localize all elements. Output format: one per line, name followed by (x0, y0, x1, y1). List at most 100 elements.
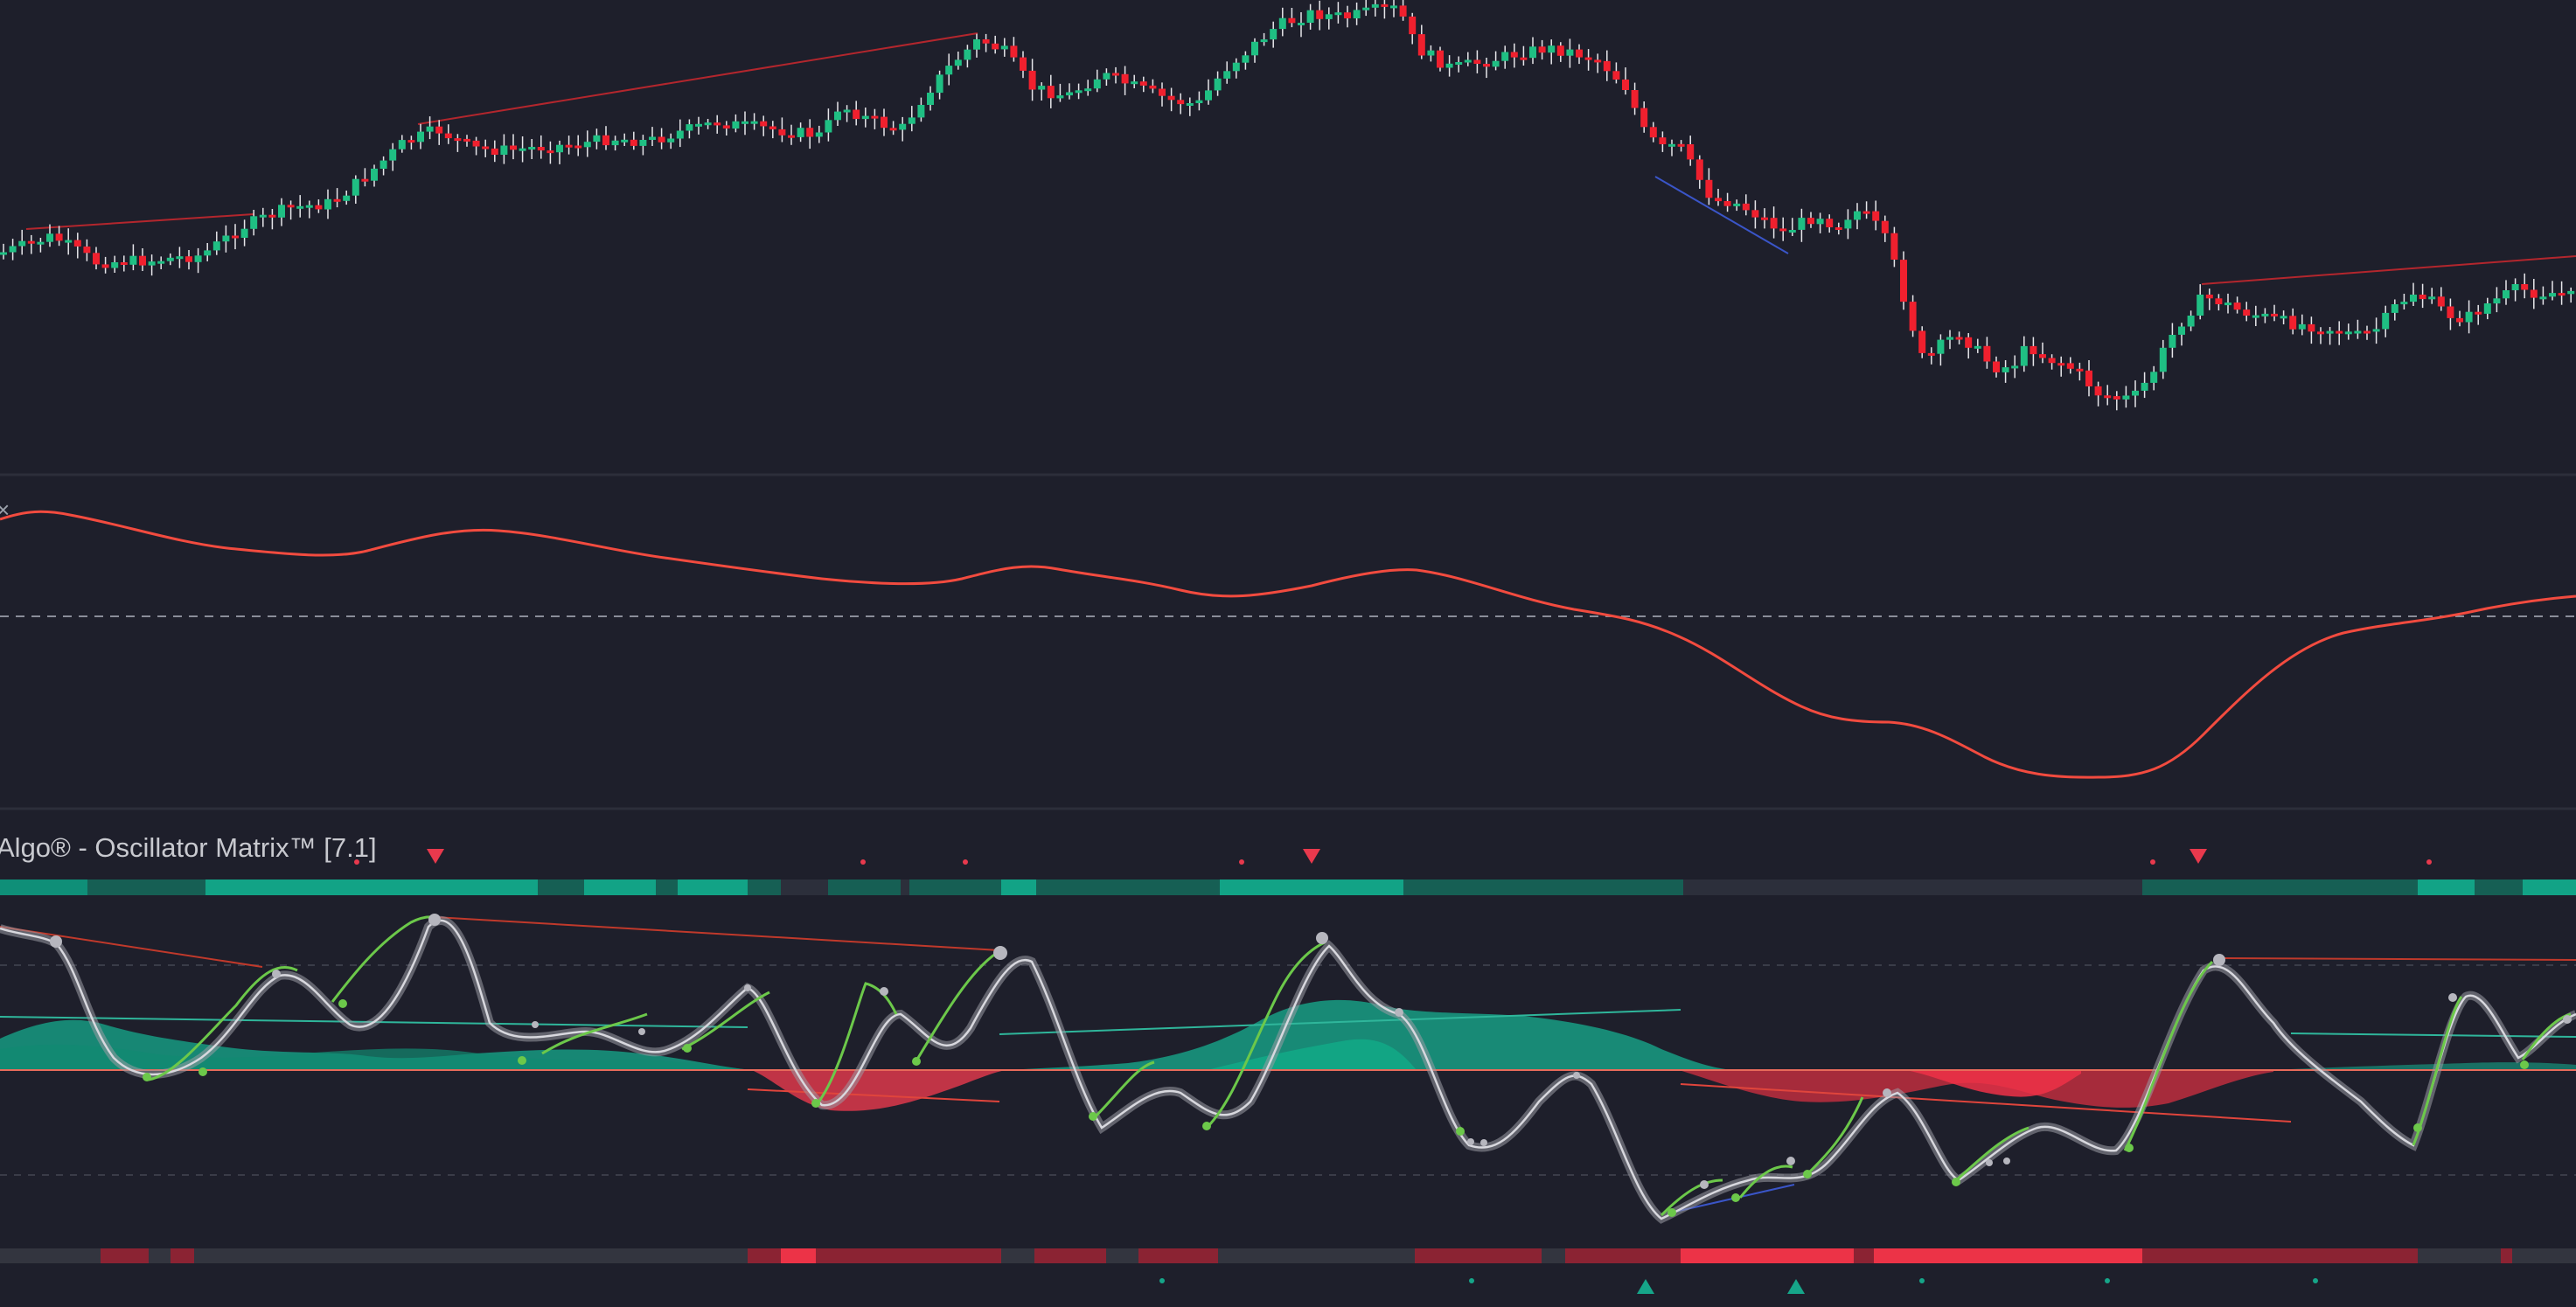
candle-body (1631, 90, 1639, 108)
candle-body (1288, 17, 1296, 24)
candle-body (2493, 298, 2501, 304)
candle-body (927, 93, 934, 105)
candle-body (1946, 337, 1953, 340)
strip-segment (1874, 1248, 2142, 1263)
candle-body (1510, 52, 1518, 58)
candle-body (1195, 100, 1203, 103)
candle-body (491, 148, 498, 155)
signal-dot (2313, 1278, 2318, 1283)
candle-body (2336, 330, 2343, 334)
strip-segment (1542, 1248, 1565, 1263)
candle-body (1353, 10, 1361, 18)
candle-body (1167, 95, 1175, 101)
candle-body (176, 256, 184, 260)
pivot-dot (993, 946, 1007, 960)
strip-segment (2291, 1248, 2418, 1263)
candle-body (2215, 298, 2223, 304)
pivot-dot (1883, 1088, 1891, 1097)
signal-dot (963, 859, 968, 865)
candle-body (2048, 358, 2056, 364)
strip-segment (2501, 1248, 2512, 1263)
candle-body (2252, 315, 2259, 318)
pivot-dot (198, 1067, 207, 1076)
strip-segment (748, 1248, 781, 1263)
candle-body (139, 255, 146, 266)
candle-body (2437, 296, 2445, 307)
candle-body (2141, 382, 2148, 391)
candle[interactable] (1437, 46, 1444, 72)
candle-body (1437, 50, 1444, 68)
candle-body (630, 139, 637, 146)
candle-body (639, 140, 647, 146)
candle-body (1232, 62, 1240, 72)
candle-body (1733, 203, 1741, 206)
candle-body (1890, 233, 1898, 260)
candle[interactable] (1900, 251, 1907, 310)
candle-body (1362, 7, 1370, 10)
strip-segment (1001, 1248, 1034, 1263)
strip-segment (0, 879, 87, 895)
chart-canvas[interactable]: Algo® - Oscillator Matrix™ [7.1] (0, 0, 2576, 1307)
strip-segment (2523, 879, 2576, 895)
oscillator-pane[interactable] (0, 477, 2576, 808)
candle-body (1214, 78, 1222, 91)
candle-body (250, 216, 258, 229)
candle-body (2150, 372, 2158, 383)
candle-body (1038, 86, 1046, 90)
strip-segment (656, 879, 678, 895)
candle-body (964, 49, 971, 60)
candle-body (482, 146, 490, 149)
candle-body (148, 261, 156, 266)
candle-body (1028, 70, 1036, 90)
candle-body (2020, 345, 2028, 366)
candle-body (1205, 90, 1212, 101)
candle-body (2539, 296, 2547, 300)
candle-body (1139, 81, 1147, 86)
candle-body (825, 120, 832, 133)
pivot-dot (2448, 993, 2457, 1002)
candle-body (278, 205, 285, 218)
pivot-dot (1700, 1180, 1709, 1189)
candle-body (73, 240, 81, 247)
candle-body (240, 228, 248, 238)
chart-area[interactable]: Algo® - Oscillator Matrix™ [7.1] × (0, 0, 2576, 1307)
candle-body (1677, 143, 1685, 147)
candle-body (1900, 260, 1907, 302)
candle-body (1761, 217, 1768, 220)
candle-body (889, 128, 897, 131)
candle-body (676, 130, 684, 139)
candle-body (268, 214, 276, 218)
candle-body (2011, 365, 2019, 369)
candle-body (2382, 312, 2390, 330)
candle-body (2104, 395, 2112, 399)
strip-segment (194, 1248, 748, 1263)
price-pane[interactable] (0, 0, 2576, 474)
candle-body (1270, 29, 1278, 40)
candle-body (2178, 326, 2185, 335)
candle-body (9, 246, 17, 253)
pivot-dot (811, 1099, 820, 1108)
candle-body (1483, 64, 1490, 67)
candle-body (714, 122, 721, 126)
candle-body (204, 250, 212, 256)
candle-body (1066, 92, 1073, 96)
strip-segment (781, 1248, 816, 1263)
candle-body (2567, 290, 2575, 295)
close-icon[interactable]: × (0, 497, 10, 524)
candle-body (324, 198, 331, 210)
pivot-dot (1952, 1178, 1960, 1186)
strip-segment (0, 1248, 101, 1263)
candle-body (547, 150, 554, 154)
candle-body (1177, 100, 1185, 105)
candle-body (1298, 23, 1305, 25)
candle-body (500, 145, 508, 155)
strip-segment (1106, 1248, 1138, 1263)
candle-body (315, 205, 323, 210)
strip-segment (538, 879, 584, 895)
candle-body (1501, 52, 1509, 61)
strip-segment (909, 879, 1001, 895)
strip-segment (1036, 879, 1220, 895)
candle-body (444, 133, 452, 139)
candle-body (1788, 230, 1796, 233)
strip-segment (171, 1248, 194, 1263)
